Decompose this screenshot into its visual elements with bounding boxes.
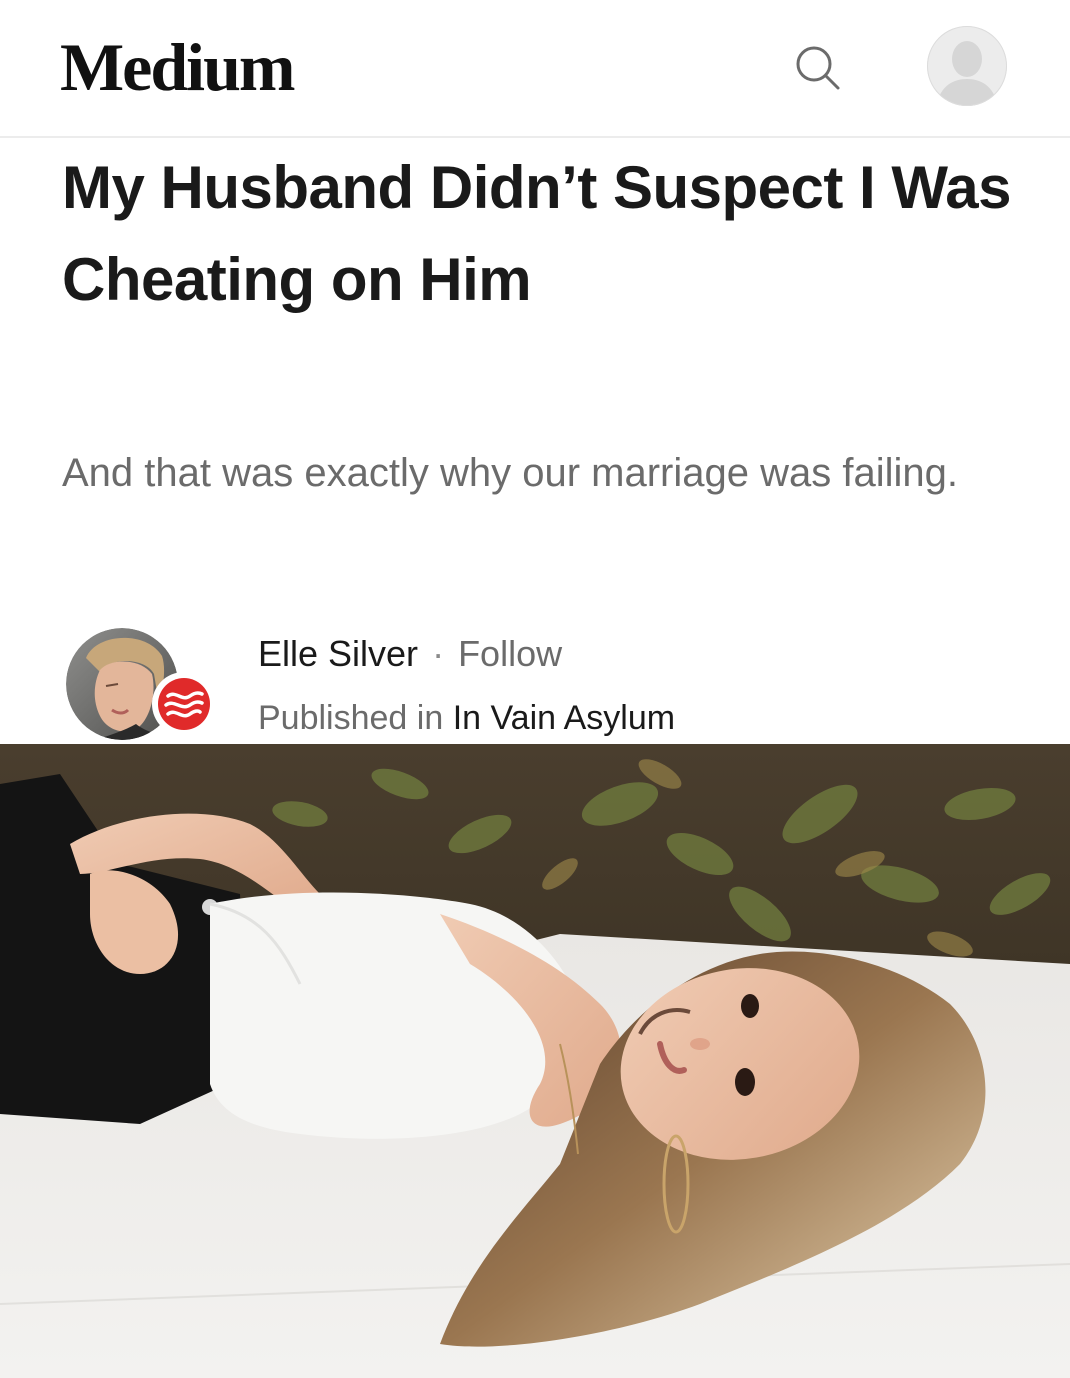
dot-separator: · bbox=[432, 633, 445, 674]
article-subtitle: And that was exactly why our marriage wa… bbox=[62, 451, 958, 495]
author-name-link[interactable]: Elle Silver bbox=[258, 633, 418, 674]
top-navigation-bar: Medium bbox=[0, 0, 1070, 138]
author-line: Elle Silver · Follow bbox=[258, 630, 562, 678]
article-title: My Husband Didn’t Suspect I Was Cheating… bbox=[62, 154, 1012, 313]
medium-logo[interactable]: Medium bbox=[60, 22, 296, 112]
publication-link[interactable]: In Vain Asylum bbox=[453, 699, 675, 737]
published-in-label: Published in bbox=[258, 699, 444, 737]
publication-line: Published in In Vain Asylum bbox=[258, 694, 675, 742]
article-page: Medium My Husband Didn’t Suspect I Was C… bbox=[0, 0, 1070, 1378]
publication-badge-icon[interactable] bbox=[152, 672, 216, 736]
author-byline: Elle Silver · Follow Published in In Vain … bbox=[0, 620, 1070, 740]
user-avatar-icon[interactable] bbox=[926, 25, 1008, 107]
follow-button[interactable]: Follow bbox=[458, 633, 562, 674]
hero-image bbox=[0, 744, 1070, 1378]
search-icon[interactable] bbox=[790, 40, 846, 96]
